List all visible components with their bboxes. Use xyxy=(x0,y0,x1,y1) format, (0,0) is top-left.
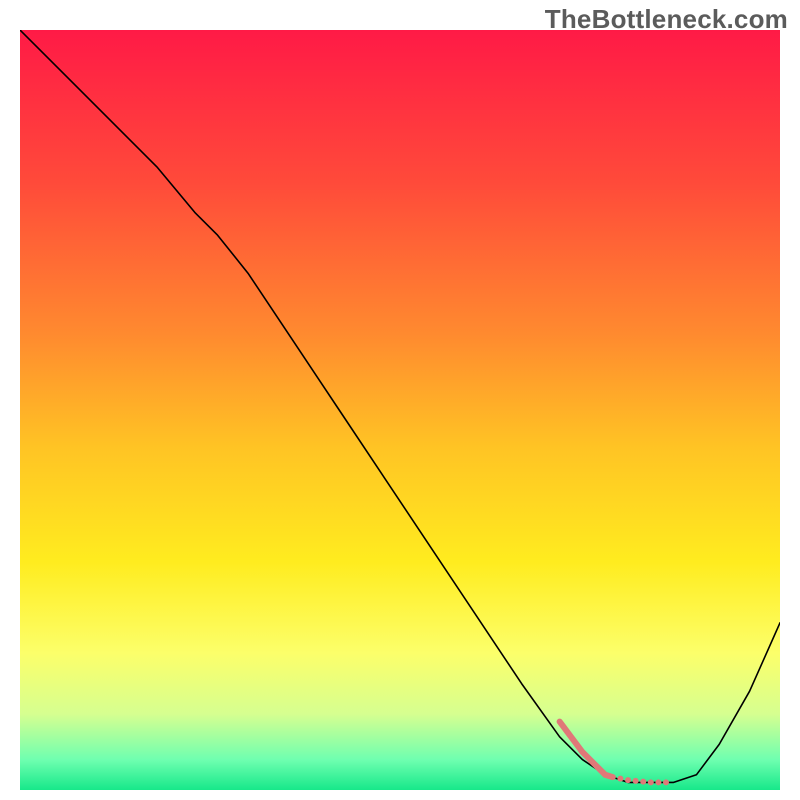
highlight-dot xyxy=(648,779,654,785)
watermark-text: TheBottleneck.com xyxy=(545,4,788,35)
highlight-dot xyxy=(640,779,646,785)
highlight-dot xyxy=(617,776,623,782)
highlight-dot xyxy=(633,778,639,784)
chart-svg xyxy=(20,30,780,790)
chart-area xyxy=(20,30,780,790)
highlight-dot xyxy=(663,779,669,785)
highlight-dot xyxy=(625,777,631,783)
highlight-dot xyxy=(655,779,661,785)
